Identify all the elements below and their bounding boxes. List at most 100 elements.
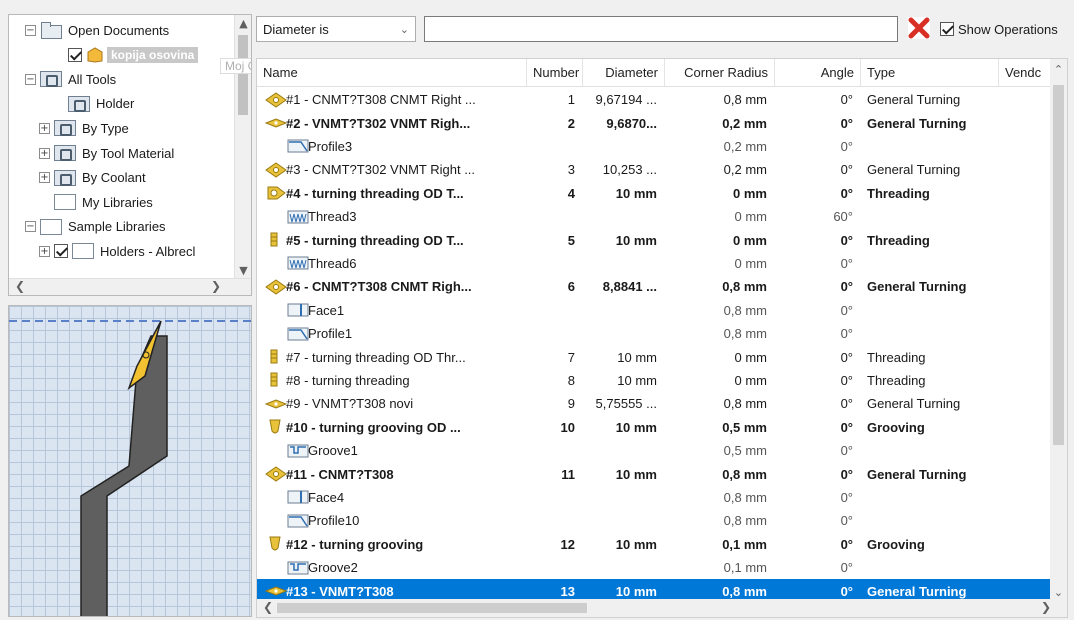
operation-row[interactable]: Profile3 0,2 mm 0°: [257, 135, 1052, 158]
scroll-down-icon[interactable]: ⌄: [1050, 586, 1067, 599]
show-operations-checkbox[interactable]: [940, 22, 954, 36]
operation-row[interactable]: Profile1 0,8 mm 0°: [257, 322, 1052, 345]
table-hscroll-thumb[interactable]: [277, 603, 587, 613]
table-vertical-scrollbar[interactable]: ⌃ ⌄: [1050, 59, 1067, 601]
scroll-right-icon[interactable]: ❯: [211, 279, 221, 293]
column-header-type[interactable]: Type: [861, 59, 999, 87]
tree-item[interactable]: + By Type: [39, 117, 129, 139]
tool-library-icon: [54, 169, 76, 186]
show-operations-toggle[interactable]: Show Operations: [940, 18, 1074, 40]
cell-radius: 0 mm: [734, 349, 768, 365]
cell-number: 8: [567, 372, 575, 388]
tree-item[interactable]: + By Coolant: [39, 167, 146, 189]
tool-library-icon: [54, 120, 76, 137]
tool-row[interactable]: #3 - CNMT?T302 VNMT Right ... 3 10,253 ...…: [257, 158, 1052, 181]
filter-value-input[interactable]: [424, 16, 898, 42]
table-horizontal-scrollbar[interactable]: ❮ ❯: [257, 599, 1067, 617]
tool-row[interactable]: #1 - CNMT?T308 CNMT Right ... 1 9,67194 ..…: [257, 88, 1052, 111]
tree-item[interactable]: − Open Documents: [25, 19, 169, 41]
expand-icon[interactable]: +: [39, 122, 50, 134]
column-header-angle[interactable]: Angle: [775, 59, 861, 87]
tool-row[interactable]: #5 - turning threading OD T... 5 10 mm 0 mm…: [257, 228, 1052, 251]
cell-radius: 0,8 mm: [723, 326, 767, 342]
scroll-left-icon[interactable]: ❮: [15, 279, 25, 293]
groove-op-icon: [287, 443, 309, 459]
cell-radius: 0,8 mm: [722, 466, 767, 482]
cell-angle: 0°: [840, 349, 853, 365]
clear-filter-button[interactable]: [906, 15, 932, 41]
column-header-radius[interactable]: Corner Radius: [665, 59, 775, 87]
tree-checkbox[interactable]: [54, 244, 68, 259]
tool-row[interactable]: #8 - turning threading 8 10 mm 0 mm 0° Thread…: [257, 369, 1052, 392]
expand-icon[interactable]: +: [39, 172, 50, 184]
tree-item[interactable]: Holder: [53, 93, 134, 115]
tool-row[interactable]: #7 - turning threading OD Thr... 7 10 mm 0 …: [257, 345, 1052, 368]
cell-radius: 0,1 mm: [723, 560, 767, 576]
tree-item[interactable]: + By Tool Material: [39, 142, 174, 164]
expand-icon[interactable]: +: [39, 147, 50, 159]
filter-criteria-select[interactable]: Diameter is ⌄: [256, 16, 416, 42]
filter-criteria-value: Diameter is: [263, 21, 329, 37]
tree-vertical-scrollbar[interactable]: ▲ ▼: [234, 15, 251, 279]
tool-row[interactable]: #9 - VNMT?T308 novi 9 5,75555 ... 0,8 mm 0° G…: [257, 392, 1052, 415]
column-header-name[interactable]: Name: [257, 59, 527, 87]
cell-diameter: 9,67194 ...: [595, 92, 657, 108]
tree-scroll-thumb[interactable]: [238, 35, 248, 115]
scroll-right-icon[interactable]: ❯: [1041, 600, 1051, 614]
cell-type: General Turning: [867, 92, 961, 108]
cell-angle: 60°: [833, 209, 853, 225]
tree-item[interactable]: − Sample Libraries: [25, 216, 166, 238]
operation-row[interactable]: Face4 0,8 mm 0°: [257, 486, 1052, 509]
column-header-number[interactable]: Number: [527, 59, 583, 87]
tree-item[interactable]: kopija osovina: [53, 44, 199, 66]
tree-horizontal-scrollbar[interactable]: ❮ ❯: [9, 278, 251, 295]
expand-icon[interactable]: +: [39, 245, 50, 257]
operation-row[interactable]: Profile10 0,8 mm 0°: [257, 509, 1052, 532]
groove-tool-icon: [265, 419, 283, 435]
tree-item[interactable]: My Libraries: [39, 191, 153, 213]
tool-table[interactable]: Name Number Diameter Corner Radius Angle Type…: [256, 58, 1068, 618]
profile-icon: [287, 513, 309, 529]
table-scroll-thumb[interactable]: [1053, 85, 1064, 445]
show-operations-label: Show Operations: [958, 21, 1058, 37]
operation-row[interactable]: Groove1 0,5 mm 0°: [257, 439, 1052, 462]
library-icon: [72, 243, 94, 260]
cell-radius: 0,2 mm: [723, 162, 767, 178]
collapse-icon[interactable]: −: [25, 73, 36, 85]
tool-row[interactable]: #2 - VNMT?T302 VNMT Righ... 2 9,6870... 0,2…: [257, 111, 1052, 134]
operation-row[interactable]: Groove2 0,1 mm 0°: [257, 556, 1052, 579]
tool-row[interactable]: #4 - turning threading OD T... 4 10 mm 0 mm…: [257, 182, 1052, 205]
scroll-up-icon[interactable]: ⌃: [1050, 63, 1067, 76]
diamond-tool-icon: [265, 162, 287, 178]
document-tooltip: Moj CAM tokarenje copy (simulacija sve): [220, 58, 251, 74]
cell-diameter: 10 mm: [617, 372, 657, 388]
tool-row[interactable]: #11 - CNMT?T308 11 10 mm 0,8 mm 0° General Tu…: [257, 462, 1052, 485]
library-tree[interactable]: − Open Documents kopija osovina − All Tools H…: [8, 14, 252, 296]
column-header-diameter[interactable]: Diameter: [583, 59, 665, 87]
operation-row[interactable]: Face1 0,8 mm 0°: [257, 299, 1052, 322]
cell-number: 4: [567, 185, 575, 201]
tree-item[interactable]: − All Tools: [25, 68, 116, 90]
groove-tool-icon: [265, 536, 283, 552]
tool-row[interactable]: #10 - turning grooving OD ... 10 10 mm 0,5 …: [257, 416, 1052, 439]
tree-item[interactable]: + Holders - Albrecl: [39, 240, 195, 262]
scroll-down-icon[interactable]: ▼: [235, 264, 251, 277]
collapse-icon[interactable]: −: [25, 24, 36, 36]
cell-number: 1: [567, 92, 575, 108]
tool-row[interactable]: #12 - turning grooving 12 10 mm 0,1 mm 0° Gro…: [257, 533, 1052, 556]
cell-type: General Turning: [867, 279, 967, 295]
scroll-left-icon[interactable]: ❮: [263, 600, 273, 614]
collapse-icon[interactable]: −: [25, 221, 36, 233]
tree-item-label: Sample Libraries: [68, 219, 166, 235]
cell-angle: 0°: [840, 302, 853, 318]
operation-row[interactable]: Thread3 0 mm 60°: [257, 205, 1052, 228]
tree-checkbox[interactable]: [68, 47, 82, 62]
column-header-vendor[interactable]: Vendc: [999, 59, 1052, 87]
scroll-up-icon[interactable]: ▲: [235, 17, 251, 30]
cell-angle: 0°: [840, 255, 853, 271]
operation-row[interactable]: Thread6 0 mm 0°: [257, 252, 1052, 275]
cell-angle: 0°: [840, 138, 853, 154]
tool-row[interactable]: #6 - CNMT?T308 CNMT Righ... 6 8,8841 ... 0,…: [257, 275, 1052, 298]
cell-angle: 0°: [840, 232, 853, 248]
